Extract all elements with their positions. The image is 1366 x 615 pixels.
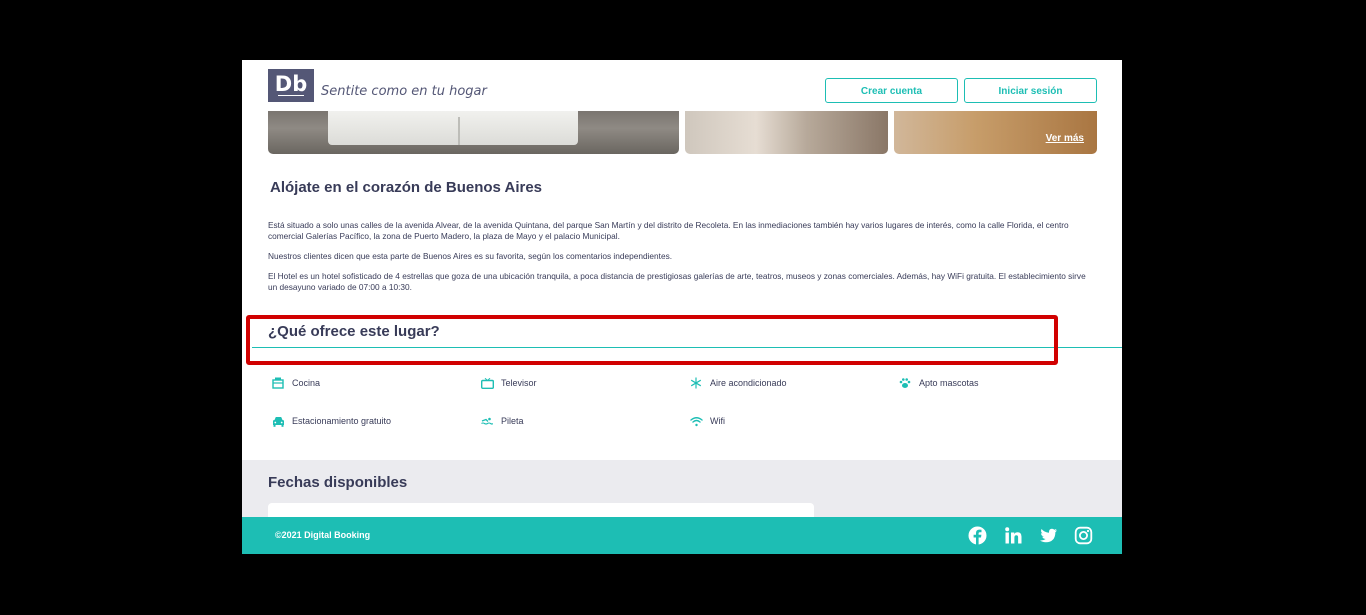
login-button[interactable]: Iniciar sesión	[964, 78, 1097, 103]
instagram-icon[interactable]	[1074, 526, 1093, 545]
description-paragraph: Nuestros clientes dicen que esta parte d…	[268, 251, 673, 261]
product-page: Db Sentite como en tu hogar Crear cuenta…	[242, 60, 1122, 554]
header: Db Sentite como en tu hogar Crear cuenta…	[242, 60, 1122, 111]
gallery-image-3[interactable]: Ver más	[894, 111, 1097, 154]
feature-label: Aire acondicionado	[710, 378, 787, 388]
feature-label: Apto mascotas	[919, 378, 979, 388]
swimmer-icon	[480, 415, 494, 427]
feature-item: Cocina	[271, 377, 320, 389]
feature-label: Cocina	[292, 378, 321, 388]
features-title: ¿Qué ofrece este lugar?	[268, 323, 440, 340]
description-paragraph: Está situado a solo unas calles de la av…	[268, 220, 1069, 241]
tv-icon	[480, 377, 494, 389]
dates-title: Fechas disponibles	[268, 474, 408, 491]
wifi-icon	[689, 415, 703, 427]
kitchen-icon	[271, 377, 285, 389]
feature-label: Wifi	[710, 416, 725, 426]
logo[interactable]: Db	[268, 69, 314, 102]
features-divider	[252, 347, 1122, 348]
footer: ©2021 Digital Booking	[242, 517, 1122, 554]
bed-divider	[458, 117, 460, 145]
description-paragraph: El Hotel es un hotel sofisticado de 4 es…	[268, 271, 1086, 292]
twitter-icon[interactable]	[1039, 526, 1058, 545]
feature-item: Televisor	[480, 377, 537, 389]
feature-item: Pileta	[480, 415, 524, 427]
paw-icon	[898, 377, 912, 389]
gallery-image-main[interactable]	[268, 111, 679, 154]
copyright: ©2021 Digital Booking	[275, 530, 371, 540]
car-icon	[271, 415, 285, 427]
see-more-link[interactable]: Ver más	[1046, 133, 1084, 144]
description-title: Alójate en el corazón de Buenos Aires	[270, 179, 543, 196]
create-account-button[interactable]: Crear cuenta	[825, 78, 958, 103]
feature-item: Aire acondicionado	[689, 377, 787, 389]
gallery-image-2[interactable]	[685, 111, 888, 154]
feature-label: Estacionamiento gratuito	[292, 416, 392, 426]
feature-item: Wifi	[689, 415, 725, 427]
bed-shape	[328, 111, 578, 145]
feature-label: Televisor	[501, 378, 537, 388]
feature-label: Pileta	[501, 416, 524, 426]
snowflake-icon	[689, 377, 703, 389]
feature-item: Apto mascotas	[898, 377, 979, 389]
facebook-icon[interactable]	[968, 526, 987, 545]
feature-item: Estacionamiento gratuito	[271, 415, 391, 427]
linkedin-icon[interactable]	[1004, 526, 1023, 545]
slogan: Sentite como en tu hogar	[321, 84, 487, 99]
